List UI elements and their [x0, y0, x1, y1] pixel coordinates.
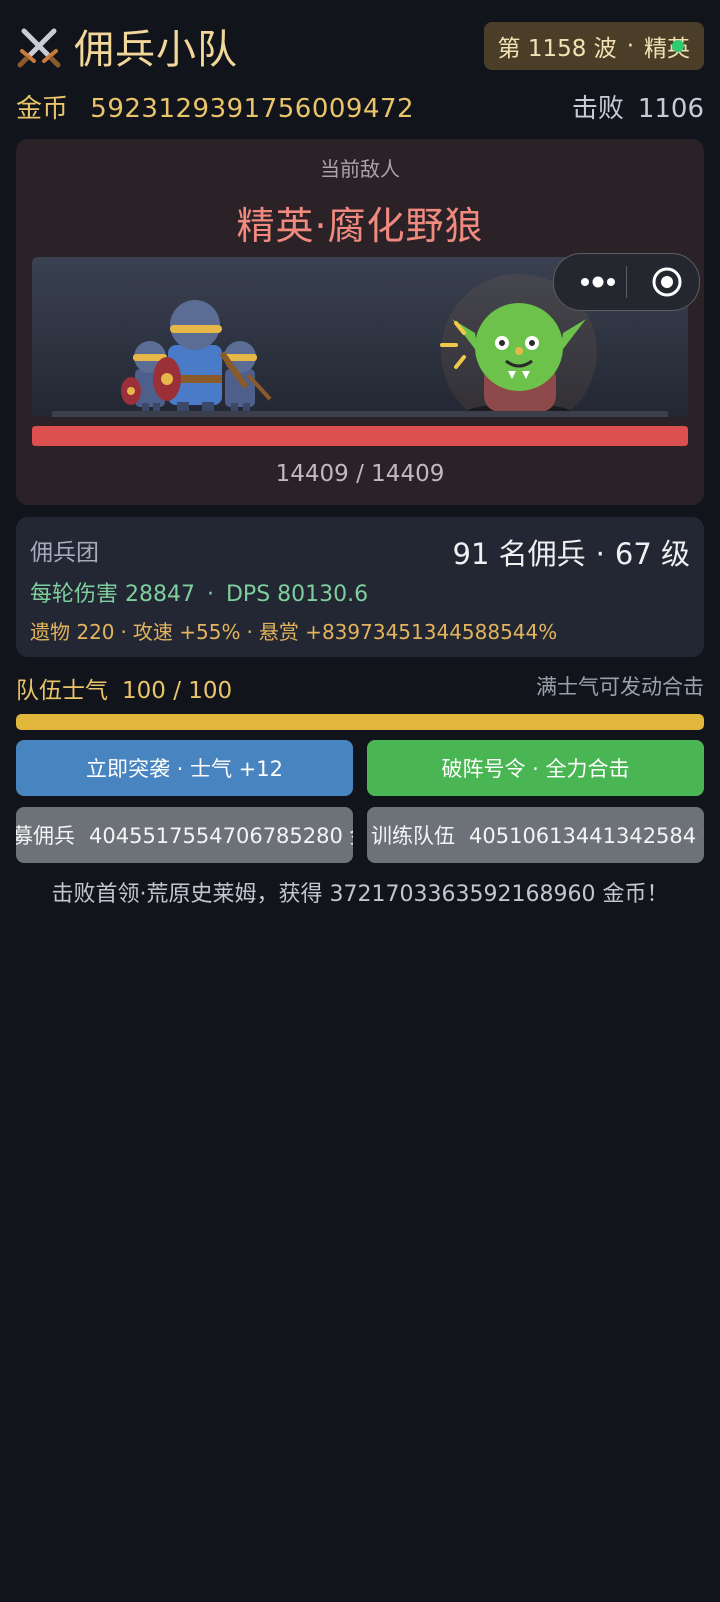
- recruit-cost: 4045517554706785280 金: [89, 824, 353, 848]
- squad-level: 67 级: [614, 537, 690, 571]
- buff-separator: ·: [120, 620, 127, 644]
- resource-row: 金币 5923129391756009472 击败 1106: [16, 88, 704, 128]
- mercenary-sprite-right: [223, 341, 272, 415]
- kills-value: 1106: [637, 94, 704, 124]
- enemy-hp-text: 14409 / 14409: [275, 461, 445, 487]
- target-icon[interactable]: [642, 254, 692, 310]
- enemy-name: 精英·腐化野狼: [236, 204, 484, 248]
- damage-stats: 每轮伤害 28847 · DPS 80130.6: [30, 576, 368, 608]
- recruit-button[interactable]: 募佣兵 4045517554706785280 金: [16, 807, 353, 863]
- morale-bar: [16, 714, 704, 730]
- train-text: 训练队伍 40510613441342584 金币: [371, 820, 704, 850]
- badge-separator: ·: [626, 33, 634, 59]
- morale-row: 队伍士气 100 / 100 满士气可发动合击: [16, 671, 704, 704]
- recruit-text: 募佣兵 4045517554706785280 金: [16, 820, 353, 850]
- morale-hint: 满士气可发动合击: [536, 675, 704, 699]
- game-screen: 佣兵小队 第 1158 波 · 精英 金币 592312939175600947…: [0, 0, 720, 1602]
- damage-per-round: 每轮伤害 28847: [30, 582, 195, 607]
- gold-value: 5923129391756009472: [90, 94, 415, 124]
- crossed-swords-icon: [17, 28, 61, 68]
- status-dot-icon: [672, 40, 684, 52]
- ground-line: [52, 411, 668, 417]
- dps-value: DPS 80130.6: [225, 582, 369, 607]
- title-group: 佣兵小队: [16, 18, 238, 74]
- squad-summary: 91 名佣兵 · 67 级: [453, 531, 690, 573]
- train-cost: 40510613441342584 金币: [469, 824, 704, 848]
- attack-speed: 攻速 +55%: [132, 620, 241, 644]
- damage-separator: ·: [206, 582, 214, 607]
- charge-button[interactable]: 破阵号令 · 全力合击: [367, 740, 704, 796]
- buff-stats: 遗物 220 · 攻速 +55% · 悬赏 +83973451344588544%: [30, 616, 557, 645]
- capsule-divider: [626, 266, 627, 298]
- wave-number: 第 1158 波: [497, 36, 617, 62]
- recruit-label: 募佣兵: [16, 824, 75, 848]
- gold-label: 金币: [16, 94, 69, 124]
- raid-button[interactable]: 立即突袭 · 士气 +12: [16, 740, 353, 796]
- more-dots-icon[interactable]: [572, 254, 624, 310]
- kills-counter: 击败 1106: [572, 88, 704, 125]
- relic-count: 遗物 220: [30, 620, 115, 644]
- summary-separator: ·: [595, 537, 605, 571]
- enemy-caption: 当前敌人: [320, 157, 400, 181]
- train-button[interactable]: 训练队伍 40510613441342584 金币: [367, 807, 704, 863]
- menu-capsule: [553, 253, 700, 311]
- train-label: 训练队伍: [371, 824, 455, 848]
- mercenary-count: 91 名佣兵: [452, 537, 586, 571]
- kills-label: 击败: [571, 94, 624, 124]
- wave-badge: 第 1158 波 · 精英: [483, 22, 704, 70]
- morale-value: 100 / 100: [122, 678, 233, 704]
- bounty-bonus: 悬赏 +83973451344588544%: [258, 620, 558, 644]
- buff-separator: ·: [246, 620, 253, 644]
- squad-card: 佣兵团 91 名佣兵 · 67 级 每轮伤害 28847 · DPS 80130.6 遗…: [16, 517, 704, 657]
- enemy-hp-fill: [32, 426, 688, 446]
- app-title: 佣兵小队: [74, 27, 238, 73]
- header: 佣兵小队 第 1158 波 · 精英: [16, 18, 704, 74]
- morale-label: 队伍士气: [16, 678, 108, 704]
- morale-fill: [16, 714, 704, 730]
- battle-log-message: 击败首领·荒原史莱姆，获得 3721703363592168960 金币！: [51, 882, 669, 907]
- enemy-hp-bar: [32, 426, 688, 446]
- squad-label: 佣兵团: [30, 540, 99, 566]
- enemy-card: 当前敌人 精英·腐化野狼 14409 / 14409: [16, 139, 704, 505]
